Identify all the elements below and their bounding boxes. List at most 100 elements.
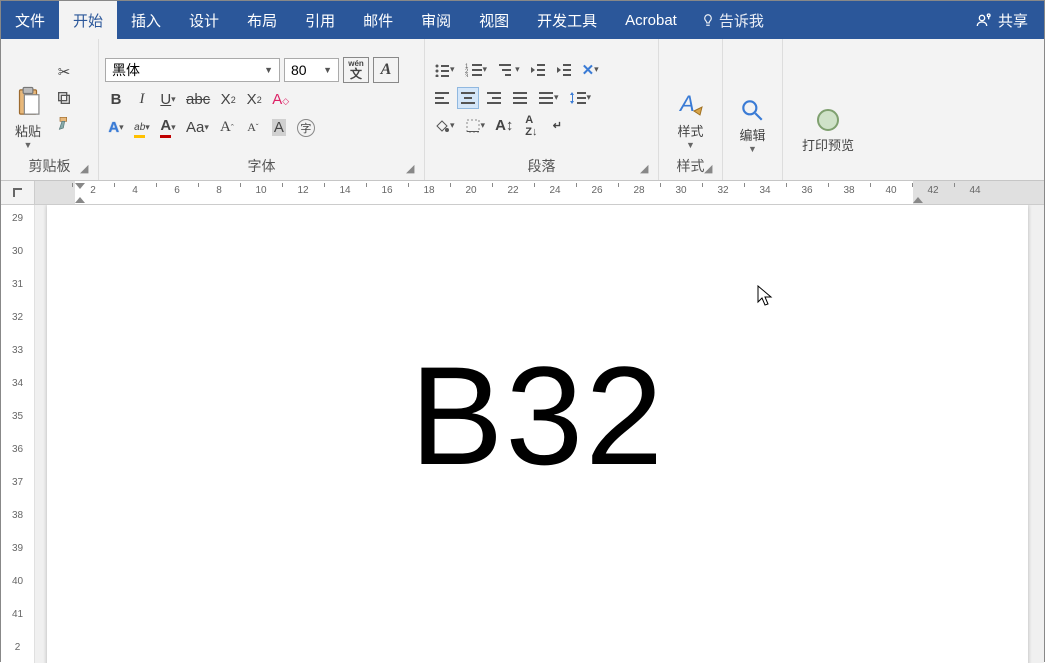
font-launcher[interactable]: ◢ <box>406 162 420 176</box>
strikethrough-button[interactable]: abc <box>183 89 213 111</box>
align-distributed-button[interactable]: ▾ <box>535 87 562 109</box>
shading-button[interactable]: ▾ <box>431 115 458 137</box>
share-button[interactable]: 共享 <box>960 1 1044 39</box>
tell-me[interactable]: 告诉我 <box>701 1 764 39</box>
share-icon <box>976 12 992 28</box>
copy-icon <box>56 90 72 106</box>
highlight-button[interactable]: ab ▾ <box>131 117 153 139</box>
enclose-character-button[interactable]: 字 <box>294 117 318 139</box>
page-paper: B32 <box>47 205 1028 663</box>
styles-launcher[interactable]: ◢ <box>704 162 718 176</box>
styles-icon: A <box>676 89 706 119</box>
align-right-button[interactable] <box>483 87 505 109</box>
chevron-down-icon: ▼ <box>686 140 695 150</box>
font-name-combo[interactable]: 黑体 ▼ <box>105 58 280 82</box>
superscript-button[interactable]: X2 <box>243 89 265 111</box>
align-right-icon <box>486 91 502 105</box>
chevron-down-icon: ▼ <box>264 65 273 75</box>
paste-label: 粘贴 <box>15 121 41 140</box>
tab-file[interactable]: 文件 <box>1 1 59 39</box>
sort-button[interactable]: AZ↓ <box>520 115 542 137</box>
phonetic-guide-button[interactable]: wén 文 <box>343 57 369 83</box>
tab-references[interactable]: 引用 <box>291 1 349 39</box>
editing-button[interactable]: 编辑 ▼ <box>733 43 771 156</box>
align-justify-button[interactable] <box>509 87 531 109</box>
clipboard-launcher[interactable]: ◢ <box>80 162 94 176</box>
grow-font-button[interactable]: Aˆ <box>216 117 238 139</box>
pilcrow-icon: ↵ <box>553 119 562 132</box>
tab-insert[interactable]: 插入 <box>117 1 175 39</box>
search-icon <box>739 97 765 123</box>
decrease-indent-button[interactable] <box>527 59 549 81</box>
chevron-down-icon: ▼ <box>24 140 33 150</box>
align-center-button[interactable] <box>457 87 479 109</box>
scissors-icon: ✂ <box>58 63 71 81</box>
tab-acrobat[interactable]: Acrobat <box>611 1 691 39</box>
lightbulb-icon <box>701 13 715 27</box>
tab-developer[interactable]: 开发工具 <box>523 1 611 39</box>
print-preview-label: 打印预览 <box>802 135 854 154</box>
line-spacing-button[interactable]: ▾ <box>566 87 595 109</box>
font-color-button[interactable]: A ▾ <box>157 117 179 139</box>
clipboard-icon <box>13 85 43 119</box>
increase-indent-button[interactable] <box>553 59 575 81</box>
document-text[interactable]: B32 <box>410 335 665 497</box>
underline-button[interactable]: U ▾ <box>157 89 179 111</box>
multilevel-icon <box>497 63 515 77</box>
borders-icon <box>465 118 481 134</box>
align-left-button[interactable] <box>431 87 453 109</box>
bold-button[interactable]: B <box>105 89 127 111</box>
paste-button[interactable]: 粘贴 ▼ <box>7 43 49 152</box>
text-direction-icon: A↕ <box>495 117 513 134</box>
outdent-icon <box>530 63 546 77</box>
ribbon-tabs: 文件 开始 插入 设计 布局 引用 邮件 审阅 视图 开发工具 Acrobat … <box>1 1 1044 39</box>
sort-icon: AZ↓ <box>525 114 537 138</box>
print-preview-button[interactable]: 打印预览 <box>796 43 860 156</box>
copy-button[interactable] <box>53 87 75 109</box>
group-font-label: 字体 <box>99 156 424 180</box>
borders-button[interactable]: ▾ <box>462 115 489 137</box>
font-size-value: 80 <box>291 62 307 78</box>
font-size-combo[interactable]: 80 ▼ <box>284 58 339 82</box>
align-distributed-icon <box>538 91 554 105</box>
clear-formatting-button[interactable]: A◇ <box>269 89 292 111</box>
font-name-value: 黑体 <box>112 60 140 80</box>
character-shading-button[interactable]: A <box>268 117 290 139</box>
mouse-cursor-icon <box>757 285 775 307</box>
styles-button[interactable]: A 样式 ▼ <box>670 43 712 152</box>
format-painter-button[interactable] <box>53 113 75 135</box>
change-case-button[interactable]: Aa ▾ <box>183 117 212 139</box>
document-area[interactable]: B32 <box>35 205 1044 663</box>
horizontal-ruler[interactable]: 2468101214161820222426283032343638404244 <box>1 181 1044 205</box>
eraser-icon: A◇ <box>272 91 289 108</box>
tab-home[interactable]: 开始 <box>59 1 117 39</box>
character-border-button[interactable]: A <box>373 57 399 83</box>
tab-view[interactable]: 视图 <box>465 1 523 39</box>
cut-button[interactable]: ✂ <box>53 61 75 83</box>
numbering-icon: 123 <box>465 63 483 77</box>
vertical-ruler[interactable]: 293031323334353637383940412 <box>1 205 35 663</box>
asian-layout-button[interactable]: ✕▾ <box>579 59 602 81</box>
bullets-button[interactable]: ▾ <box>431 59 458 81</box>
tab-layout[interactable]: 布局 <box>233 1 291 39</box>
print-preview-icon <box>815 107 841 133</box>
subscript-button[interactable]: X2 <box>217 89 239 111</box>
paragraph-launcher[interactable]: ◢ <box>640 162 654 176</box>
editing-label: 编辑 <box>739 125 765 144</box>
group-editing-label <box>723 160 782 180</box>
tab-mailings[interactable]: 邮件 <box>349 1 407 39</box>
italic-button[interactable]: I <box>131 89 153 111</box>
line-spacing-icon <box>569 90 587 106</box>
show-marks-button[interactable]: ↵ <box>546 115 568 137</box>
ruler-corner[interactable] <box>1 181 35 204</box>
tab-design[interactable]: 设计 <box>175 1 233 39</box>
shrink-font-button[interactable]: Aˇ <box>242 117 264 139</box>
tell-me-label: 告诉我 <box>719 10 764 31</box>
text-effects-button[interactable]: A ▾ <box>105 117 127 139</box>
paint-bucket-icon <box>434 118 450 134</box>
styles-label: 样式 <box>677 121 703 140</box>
numbering-button[interactable]: 123▾ <box>462 59 491 81</box>
tab-review[interactable]: 审阅 <box>407 1 465 39</box>
snap-to-grid-button[interactable]: A↕ <box>492 115 516 137</box>
multilevel-list-button[interactable]: ▾ <box>494 59 523 81</box>
